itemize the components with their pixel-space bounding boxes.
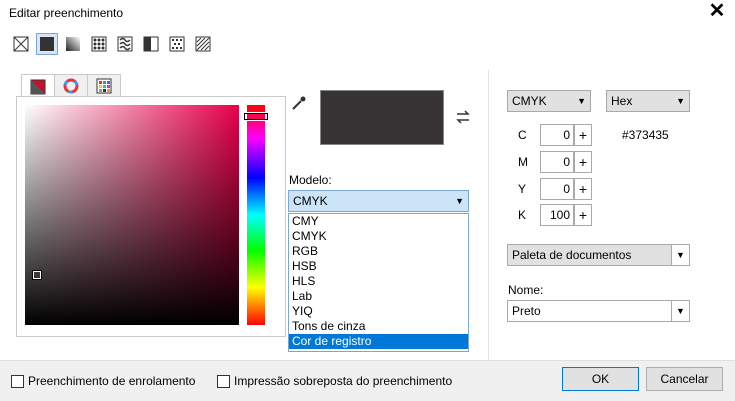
eyedropper-icon[interactable] — [291, 95, 307, 111]
channel-k-input[interactable]: 100 — [540, 204, 574, 226]
fountain-fill-icon[interactable] — [63, 34, 83, 54]
modelo-option-rgb[interactable]: RGB — [289, 244, 468, 259]
channel-c-input[interactable]: 0 — [540, 124, 574, 146]
channel-c-spinner[interactable]: + — [574, 124, 592, 146]
channel-m-label: M — [518, 155, 528, 169]
bitmap-pattern-icon[interactable] — [115, 34, 135, 54]
nome-value: Preto — [512, 304, 541, 318]
wrap-fill-checkbox[interactable]: Preenchimento de enrolamento — [11, 374, 195, 388]
dialog-title: Editar preenchimento — [9, 6, 124, 20]
palette-grid-icon — [96, 78, 112, 94]
cancel-button[interactable]: Cancelar — [646, 367, 723, 391]
swap-colors-icon[interactable] — [454, 108, 472, 126]
modelo-option-yiq[interactable]: YIQ — [289, 304, 468, 319]
color-preview-swatch — [320, 90, 444, 145]
modelo-option-lab[interactable]: Lab — [289, 289, 468, 304]
channel-y-spinner[interactable]: + — [574, 178, 592, 200]
modelo-label: Modelo: — [289, 173, 332, 187]
ok-button[interactable]: OK — [562, 367, 639, 391]
nome-select[interactable]: Preto ▼ — [507, 300, 690, 322]
vector-pattern-icon[interactable] — [89, 34, 109, 54]
color-viewer-icon — [30, 79, 46, 94]
modelo-selected-value: CMYK — [293, 194, 328, 208]
hue-slider-handle[interactable] — [243, 112, 269, 121]
modelo-option-cmyk[interactable]: CMYK — [289, 229, 468, 244]
hue-slider[interactable] — [247, 105, 265, 325]
color-model-value: CMYK — [512, 94, 547, 108]
color-tabs — [21, 74, 121, 98]
channel-m-input[interactable]: 0 — [540, 151, 574, 173]
channel-c-label: C — [518, 128, 527, 142]
close-icon[interactable]: ✕ — [706, 0, 728, 22]
modelo-option-cmy[interactable]: CMY — [289, 214, 468, 229]
hex-value[interactable]: #373435 — [622, 128, 669, 142]
chevron-down-icon[interactable]: ▼ — [671, 245, 689, 265]
modelo-option-hls[interactable]: HLS — [289, 274, 468, 289]
channel-k-spinner[interactable]: + — [574, 204, 592, 226]
color-saturation-field[interactable] — [25, 105, 239, 325]
color-wheel-icon — [63, 78, 79, 94]
value-format-value: Hex — [611, 94, 633, 108]
color-viewers-tab[interactable] — [21, 74, 55, 98]
chevron-down-icon[interactable]: ▼ — [671, 301, 689, 321]
color-palettes-tab[interactable] — [87, 74, 121, 97]
modelo-option-grayscale[interactable]: Tons de cinza — [289, 319, 468, 334]
no-fill-icon[interactable] — [11, 34, 31, 54]
modelo-dropdown-list: CMY CMYK RGB HSB HLS Lab YIQ Tons de cin… — [288, 213, 469, 352]
palette-value: Paleta de documentos — [512, 248, 632, 262]
edit-fill-dialog: Editar preenchimento ✕ Modelo: CMYK ▼ CM… — [0, 0, 735, 401]
overprint-fill-checkbox[interactable]: Impressão sobreposta do preenchimento — [217, 374, 452, 388]
color-picker-marker[interactable] — [32, 270, 42, 280]
channel-y-label: Y — [518, 182, 527, 196]
checkbox-box[interactable] — [11, 374, 24, 388]
color-model-select[interactable]: CMYK ▼ — [507, 90, 591, 112]
palette-select[interactable]: Paleta de documentos ▼ — [507, 244, 690, 266]
postscript-fill-icon[interactable] — [193, 34, 213, 54]
chevron-down-icon: ▼ — [577, 96, 586, 106]
color-harmonies-tab[interactable] — [54, 74, 88, 97]
texture-fill-icon[interactable] — [167, 34, 187, 54]
chevron-down-icon: ▼ — [455, 196, 464, 206]
two-color-pattern-icon[interactable] — [141, 34, 161, 54]
chevron-down-icon: ▼ — [676, 96, 685, 106]
modelo-option-hsb[interactable]: HSB — [289, 259, 468, 274]
modelo-select[interactable]: CMYK ▼ — [288, 190, 469, 212]
panel-divider — [488, 70, 489, 360]
fill-type-toolbar — [11, 33, 213, 55]
modelo-option-registration[interactable]: Cor de registro — [289, 334, 468, 349]
uniform-fill-icon[interactable] — [36, 33, 58, 55]
channel-y-input[interactable]: 0 — [540, 178, 574, 200]
channel-k-label: K — [518, 208, 527, 222]
wrap-fill-label: Preenchimento de enrolamento — [28, 374, 196, 388]
value-format-select[interactable]: Hex ▼ — [606, 90, 690, 112]
checkbox-box[interactable] — [217, 374, 230, 388]
overprint-fill-label: Impressão sobreposta do preenchimento — [234, 374, 453, 388]
channel-m-spinner[interactable]: + — [574, 151, 592, 173]
nome-label: Nome: — [508, 283, 544, 297]
